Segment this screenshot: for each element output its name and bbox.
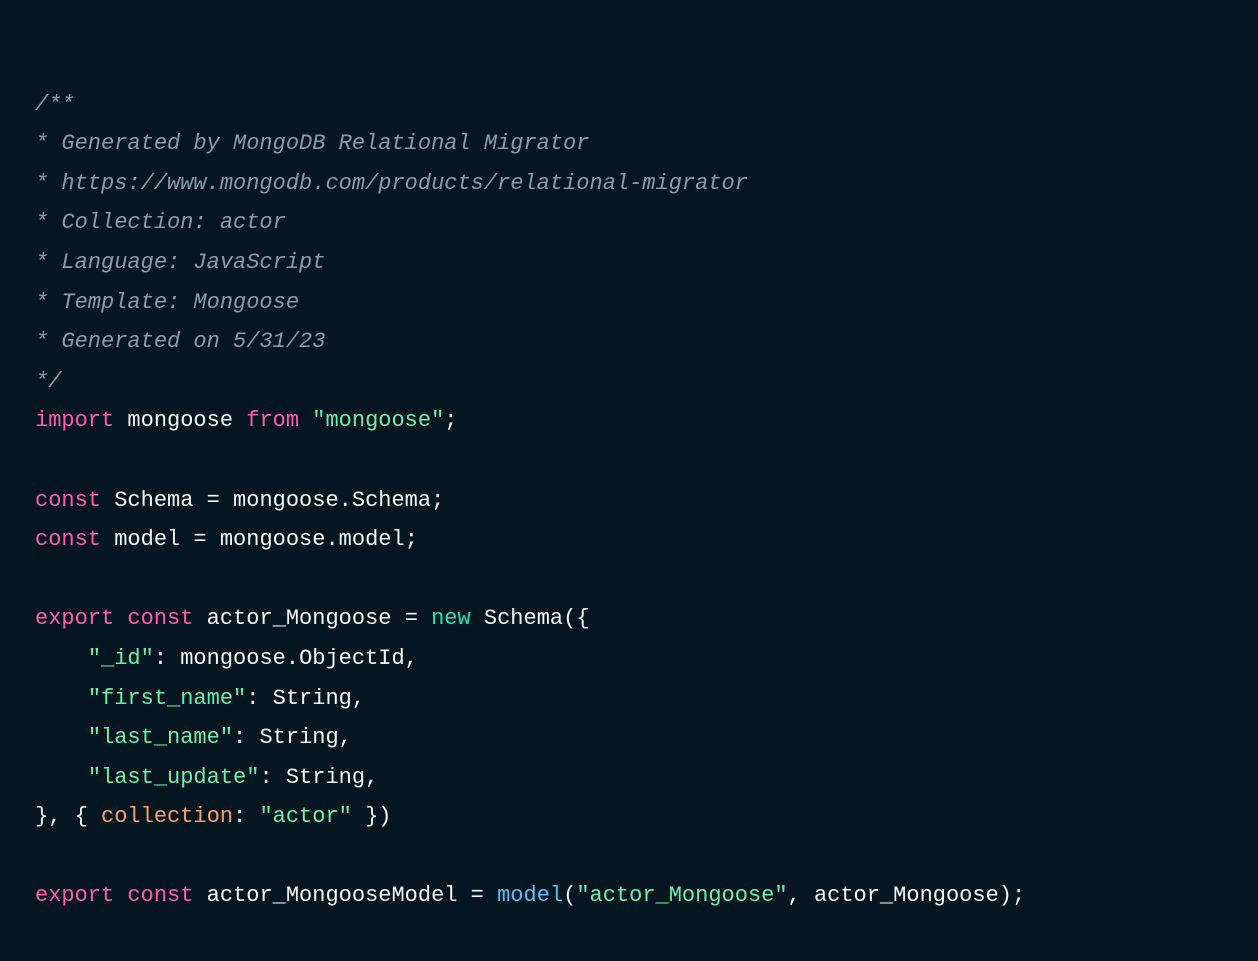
semicolon: ; [405,527,418,552]
space [101,527,114,552]
identifier: actor_Mongoose [207,606,392,631]
string-key: "_id" [88,646,154,671]
semicolon: ; [444,408,457,433]
identifier: String [273,686,352,711]
string-literal: "mongoose" [312,408,444,433]
equals: = [391,606,431,631]
identifier: mongoose [220,527,326,552]
dot: . [325,527,338,552]
string-key: "last_name" [88,725,233,750]
blank-line [35,448,48,473]
string-key: "last_update" [88,765,260,790]
colon: : [233,804,259,829]
keyword-from: from [246,408,299,433]
identifier: String [259,725,338,750]
string-literal: "actor" [259,804,351,829]
brace-open: { [75,804,88,829]
code-line: const model = mongoose.model; [35,527,418,552]
comma: , [365,765,378,790]
indent [35,725,88,750]
space [471,606,484,631]
brace-open: { [576,606,589,631]
comment-line: * Language: JavaScript [35,250,325,275]
keyword-const: const [35,527,101,552]
space [193,606,206,631]
closing: }) [352,804,392,829]
comment-line: * Collection: actor [35,210,286,235]
comma: , [352,686,365,711]
colon: : [259,765,285,790]
indent [35,686,88,711]
keyword-export: export [35,606,114,631]
identifier: String [286,765,365,790]
code-block: /** * Generated by MongoDB Relational Mi… [35,45,1223,916]
code-line: "last_name": String, [35,725,352,750]
identifier: mongoose [127,408,233,433]
equals: = [193,488,233,513]
semicolon: ; [431,488,444,513]
colon: : [246,686,272,711]
identifier: mongoose [180,646,286,671]
dot: . [339,488,352,513]
code-line: "_id": mongoose.ObjectId, [35,646,418,671]
space [299,408,312,433]
comment-line: * Template: Mongoose [35,290,299,315]
space [114,408,127,433]
code-line: "last_update": String, [35,765,378,790]
indent [35,646,88,671]
keyword-import: import [35,408,114,433]
code-line: export const actor_Mongoose = new Schema… [35,606,590,631]
identifier: Schema [484,606,563,631]
space [88,804,101,829]
indent [35,765,88,790]
equals: = [180,527,220,552]
identifier: Schema [114,488,193,513]
identifier: ObjectId [299,646,405,671]
dot: . [286,646,299,671]
comment-line: /** [35,92,75,117]
space [101,488,114,513]
paren-open: ( [563,606,576,631]
comment-line: * https://www.mongodb.com/products/relat… [35,171,748,196]
colon: : [154,646,180,671]
code-line: const Schema = mongoose.Schema; [35,488,444,513]
comment-line: */ [35,369,61,394]
colon: : [233,725,259,750]
identifier: mongoose [233,488,339,513]
comment-line: * Generated on 5/31/23 [35,329,325,354]
keyword-const: const [127,606,193,631]
keyword-new: new [431,606,471,631]
space [114,606,127,631]
brace-close: }, [35,804,75,829]
comment-line: * Generated by MongoDB Relational Migrat… [35,131,590,156]
comma: , [339,725,352,750]
string-key: "first_name" [88,686,246,711]
code-line: }, { collection: "actor" }) [35,804,391,829]
property-name: collection [101,804,233,829]
blank-line [35,567,48,592]
code-line: "first_name": String, [35,686,365,711]
code-line: import mongoose from "mongoose"; [35,408,458,433]
comma: , [405,646,418,671]
identifier: model [114,527,180,552]
keyword-const: const [35,488,101,513]
space [233,408,246,433]
blank-line [35,844,48,869]
identifier: model [339,527,405,552]
identifier: Schema [352,488,431,513]
